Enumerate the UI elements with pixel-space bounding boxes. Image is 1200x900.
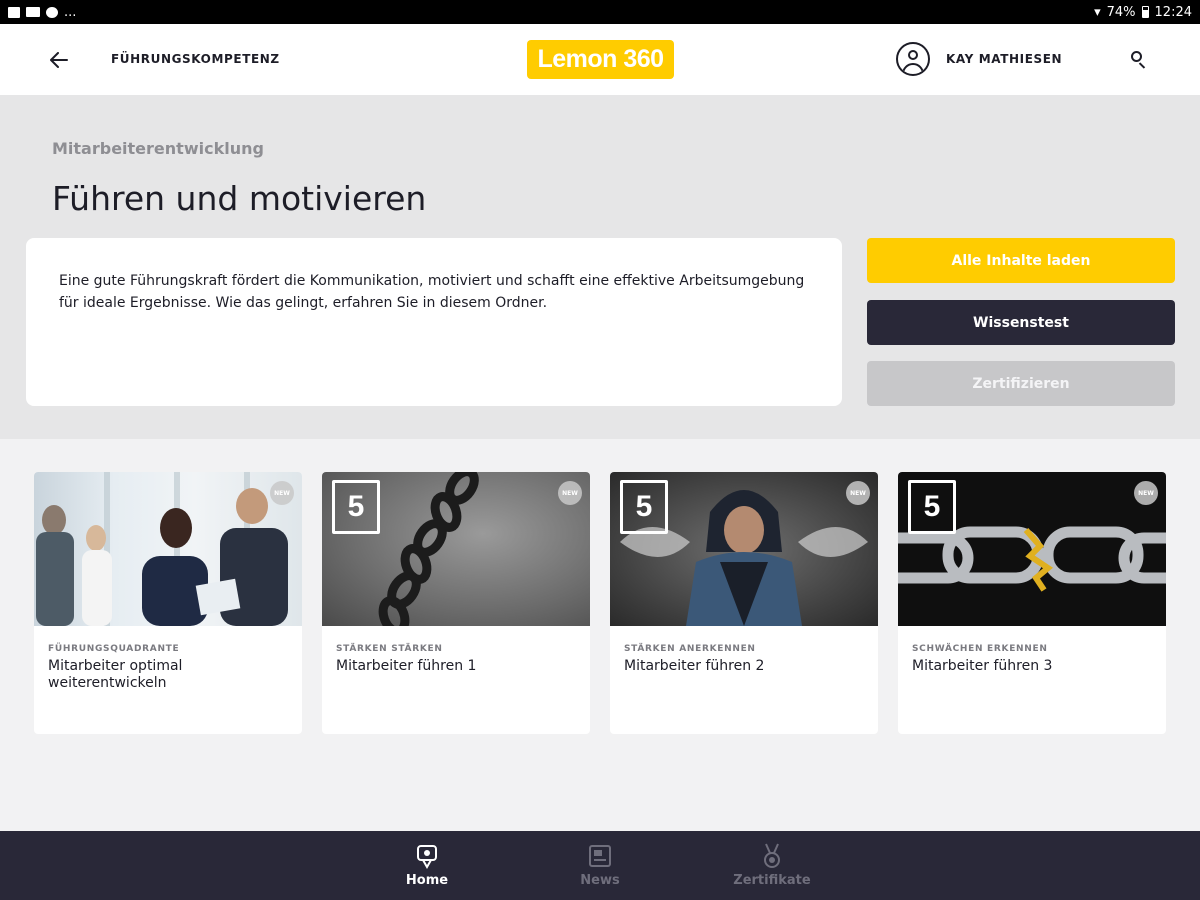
nav-certificates-label: Zertifikate <box>733 873 811 888</box>
gallery-icon <box>8 6 20 18</box>
news-icon <box>589 845 611 867</box>
nav-home[interactable]: Home <box>382 843 472 888</box>
people-photo <box>36 472 288 626</box>
card-meta: SCHWÄCHEN ERKENNEN Mitarbeiter führen 3 <box>898 626 1166 675</box>
description-card: Eine gute Führungskraft fördert die Komm… <box>26 238 842 406</box>
sync-icon <box>46 6 58 18</box>
user-name[interactable]: KAY MATHIESEN <box>946 52 1062 66</box>
battery-icon <box>1141 6 1149 18</box>
nav-home-label: Home <box>405 873 449 888</box>
medal-icon <box>764 843 780 868</box>
breadcrumb[interactable]: FÜHRUNGSKOMPETENZ <box>111 52 280 66</box>
card-title: Mitarbeiter führen 1 <box>336 658 477 674</box>
status-left: ... <box>8 5 76 20</box>
more-notifications: ... <box>64 4 77 20</box>
new-badge: NEW <box>846 481 870 505</box>
page-title: Führen und motivieren <box>52 179 427 218</box>
new-badge: NEW <box>558 481 582 505</box>
card-image: 5 NEW <box>898 472 1166 626</box>
description-text: Eine gute Führungskraft fördert die Komm… <box>59 273 805 311</box>
new-badge: NEW <box>270 481 294 505</box>
card-meta: FÜHRUNGSQUADRANTE Mitarbeiter optimal we… <box>34 626 302 692</box>
card-kicker: STÄRKEN ANERKENNEN <box>624 644 756 654</box>
content-card[interactable]: 5 NEW SCHWÄCHEN ERKENNEN Mitarbeiter füh… <box>898 472 1166 734</box>
content-card[interactable]: 5 NEW STÄRKEN STÄRKEN Mitarbeiter führen… <box>322 472 590 734</box>
card-title: Mitarbeiter führen 2 <box>624 658 765 674</box>
content-card[interactable]: NEW FÜHRUNGSQUADRANTE Mitarbeiter optima… <box>34 472 302 734</box>
card-image: 5 NEW <box>610 472 878 626</box>
content-card[interactable]: 5 NEW STÄRKEN ANERKENNEN Mitarbeiter füh… <box>610 472 878 734</box>
card-title: Mitarbeiter optimal weiterentwickeln <box>48 658 183 691</box>
card-meta: STÄRKEN ANERKENNEN Mitarbeiter führen 2 <box>610 626 878 675</box>
battery-percent: 74% <box>1106 4 1136 20</box>
knowledge-test-button[interactable]: Wissenstest <box>867 300 1175 345</box>
card-kicker: FÜHRUNGSQUADRANTE <box>48 644 180 654</box>
load-all-button[interactable]: Alle Inhalte laden <box>867 238 1175 283</box>
clock: 12:24 <box>1154 4 1192 20</box>
home-icon <box>417 845 437 869</box>
search-button[interactable] <box>1128 48 1152 72</box>
certify-button[interactable]: Zertifizieren <box>867 361 1175 406</box>
avatar-head <box>908 50 918 60</box>
arrow-left-icon <box>50 52 68 68</box>
nav-news[interactable]: News <box>555 843 645 888</box>
html5-icon: 5 <box>620 480 668 534</box>
card-kicker: STÄRKEN STÄRKEN <box>336 644 443 654</box>
nav-certificates[interactable]: Zertifikate <box>727 843 817 888</box>
app-bar: FÜHRUNGSKOMPETENZ Lemon 360 KAY MATHIESE… <box>0 24 1200 95</box>
card-title: Mitarbeiter führen 3 <box>912 658 1053 674</box>
new-badge: NEW <box>1134 481 1158 505</box>
back-button[interactable] <box>44 46 74 74</box>
card-image: 5 NEW <box>322 472 590 626</box>
avatar-body <box>902 63 924 74</box>
card-meta: STÄRKEN STÄRKEN Mitarbeiter führen 1 <box>322 626 590 675</box>
card-image: NEW <box>34 472 302 626</box>
folder-header: Mitarbeiterentwicklung Führen und motivi… <box>0 95 1200 439</box>
nav-news-label: News <box>580 873 620 888</box>
system-status-bar: ... ▾ 74% 12:24 <box>0 0 1200 24</box>
brand-logo[interactable]: Lemon 360 <box>527 40 674 79</box>
bottom-navigation: Home News Zertifikate <box>0 831 1200 900</box>
category-label: Mitarbeiterentwicklung <box>52 139 264 158</box>
mail-icon <box>26 7 40 17</box>
html5-icon: 5 <box>332 480 380 534</box>
avatar[interactable] <box>896 42 930 76</box>
status-right: ▾ 74% 12:24 <box>1094 5 1192 20</box>
wifi-icon: ▾ <box>1094 4 1101 20</box>
html5-icon: 5 <box>908 480 956 534</box>
card-kicker: SCHWÄCHEN ERKENNEN <box>912 644 1048 654</box>
